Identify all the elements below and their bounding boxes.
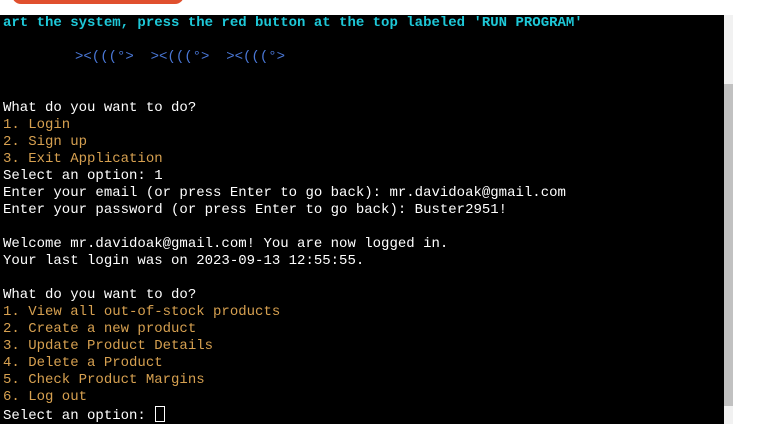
menu-option-create-product: 2. Create a new product: [3, 321, 197, 337]
email-entry-line: Enter your email (or press Enter to go b…: [3, 185, 566, 201]
menu-option-check-margins: 5. Check Product Margins: [3, 372, 205, 388]
menu-option-delete-product: 4. Delete a Product: [3, 355, 163, 371]
select-option-prompt: Select an option:: [3, 408, 155, 424]
text-cursor[interactable]: [155, 406, 166, 422]
menu-option-update-product: 3. Update Product Details: [3, 338, 214, 354]
fish-ascii-art: ><(((°> ><(((°> ><(((°>: [75, 49, 286, 65]
welcome-message: Welcome mr.davidoak@gmail.com! You are n…: [3, 236, 449, 252]
menu-option-exit: 3. Exit Application: [3, 151, 163, 167]
menu-option-log-out: 6. Log out: [3, 389, 88, 405]
input-prompt-line: Select an option:: [3, 406, 166, 424]
menu-prompt: What do you want to do?: [3, 287, 197, 303]
select-option-line: Select an option: 1: [3, 168, 163, 184]
menu-prompt: What do you want to do?: [3, 100, 197, 116]
run-program-button[interactable]: [12, 0, 184, 4]
terminal-window[interactable]: art the system, press the red button at …: [0, 15, 724, 424]
password-entry-line: Enter your password (or press Enter to g…: [3, 202, 508, 218]
menu-option-sign-up: 2. Sign up: [3, 134, 88, 150]
menu-option-view-out-of-stock: 1. View all out-of-stock products: [3, 304, 281, 320]
scrollbar-thumb[interactable]: [724, 84, 733, 406]
instruction-banner: art the system, press the red button at …: [3, 15, 583, 31]
menu-option-login: 1. Login: [3, 117, 71, 133]
last-login-message: Your last login was on 2023-09-13 12:55:…: [3, 253, 365, 269]
